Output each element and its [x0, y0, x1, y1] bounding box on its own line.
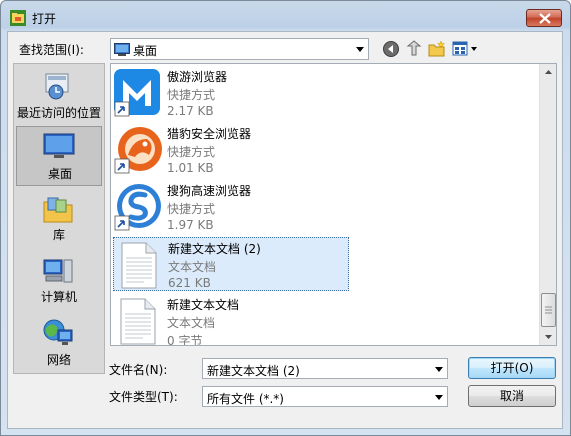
place-label: 最近访问的位置: [16, 106, 101, 120]
look-in-value: 桌面: [133, 44, 158, 58]
open-button[interactable]: 打开(O): [468, 357, 556, 379]
file-size: 2.17 KB: [167, 104, 214, 118]
new-folder-icon[interactable]: [428, 40, 446, 58]
computer-icon: [43, 259, 73, 283]
file-type: 文本文档: [167, 316, 216, 330]
text-document-icon: [120, 298, 156, 345]
place-label: 网络: [46, 353, 71, 367]
chevron-up-icon: [545, 70, 552, 74]
place-label: 桌面: [47, 167, 72, 181]
close-icon: [539, 13, 551, 24]
file-type: 快捷方式: [167, 202, 216, 216]
scroll-thumb[interactable]: [541, 293, 556, 327]
libraries-icon: [43, 197, 73, 223]
desktop-small-icon: [114, 43, 130, 56]
close-button[interactable]: [526, 9, 562, 27]
vertical-scrollbar[interactable]: [539, 64, 556, 345]
file-name-label: 文件名(N):: [109, 363, 168, 377]
liebao-icon: [114, 127, 162, 174]
file-size: 1.01 KB: [167, 161, 214, 175]
place-recent[interactable]: 最近访问的位置: [16, 68, 102, 126]
file-type: 文本文档: [168, 260, 217, 274]
chevron-down-icon[interactable]: [435, 367, 443, 372]
scroll-up-button[interactable]: [540, 64, 556, 81]
network-icon: [43, 319, 73, 345]
file-list[interactable]: 傲游浏览器 快捷方式 2.17 KB 猎豹安全浏览器 快捷方式 1.01 KB …: [110, 63, 557, 346]
file-name: 新建文本文档 (2): [168, 242, 261, 256]
grip-icon: [545, 306, 552, 314]
title-bar[interactable]: 打开: [1, 1, 570, 31]
look-in-label: 查找范围(I):: [19, 43, 84, 57]
chevron-down-icon[interactable]: [356, 47, 364, 52]
place-label: 库: [52, 228, 65, 242]
place-computer[interactable]: 计算机: [16, 256, 102, 306]
scroll-down-button[interactable]: [540, 328, 556, 345]
list-item[interactable]: 新建文本文档 文本文档 0 字节: [113, 294, 349, 346]
file-type: 快捷方式: [167, 88, 216, 102]
file-type-value: 所有文件 (*.*): [207, 392, 284, 406]
place-network[interactable]: 网络: [16, 316, 102, 367]
list-item[interactable]: 新建文本文档 (2) 文本文档 621 KB: [113, 237, 349, 291]
file-name: 新建文本文档: [167, 298, 240, 312]
file-size: 0 字节: [167, 334, 203, 346]
recent-places-icon: [45, 73, 69, 100]
list-item[interactable]: 搜狗高速浏览器 快捷方式 1.97 KB: [113, 180, 349, 234]
maxthon-icon: [114, 69, 160, 117]
places-bar: 最近访问的位置 桌面 库 计算机 网络: [13, 63, 105, 374]
place-label: 计算机: [40, 290, 77, 304]
back-icon[interactable]: [382, 40, 400, 58]
up-folder-icon[interactable]: [405, 40, 423, 58]
file-type: 快捷方式: [167, 145, 216, 159]
chevron-down-icon: [545, 335, 552, 339]
place-libraries[interactable]: 库: [16, 194, 102, 244]
file-name: 猎豹安全浏览器: [167, 127, 252, 141]
view-menu-icon[interactable]: [452, 40, 479, 58]
list-item[interactable]: 傲游浏览器 快捷方式 2.17 KB: [113, 66, 349, 120]
file-type-label: 文件类型(T):: [109, 390, 178, 404]
file-name: 搜狗高速浏览器: [167, 184, 252, 198]
cancel-button[interactable]: 取消: [468, 385, 556, 407]
text-document-icon: [121, 242, 157, 289]
list-item[interactable]: 猎豹安全浏览器 快捷方式 1.01 KB: [113, 123, 349, 177]
look-in-dropdown[interactable]: 桌面: [110, 38, 369, 60]
place-desktop[interactable]: 桌面: [16, 126, 102, 186]
file-type-dropdown[interactable]: 所有文件 (*.*): [202, 386, 448, 407]
window-title: 打开: [32, 12, 57, 26]
file-size: 1.97 KB: [167, 218, 214, 232]
file-name: 傲游浏览器: [167, 70, 228, 84]
file-size: 621 KB: [168, 276, 211, 290]
sogou-icon: [114, 184, 161, 231]
file-name-input[interactable]: 新建文本文档 (2): [202, 358, 448, 379]
app-icon: [10, 10, 26, 26]
file-name-value: 新建文本文档 (2): [207, 364, 300, 378]
desktop-icon: [43, 133, 75, 158]
chevron-down-icon[interactable]: [435, 395, 443, 400]
